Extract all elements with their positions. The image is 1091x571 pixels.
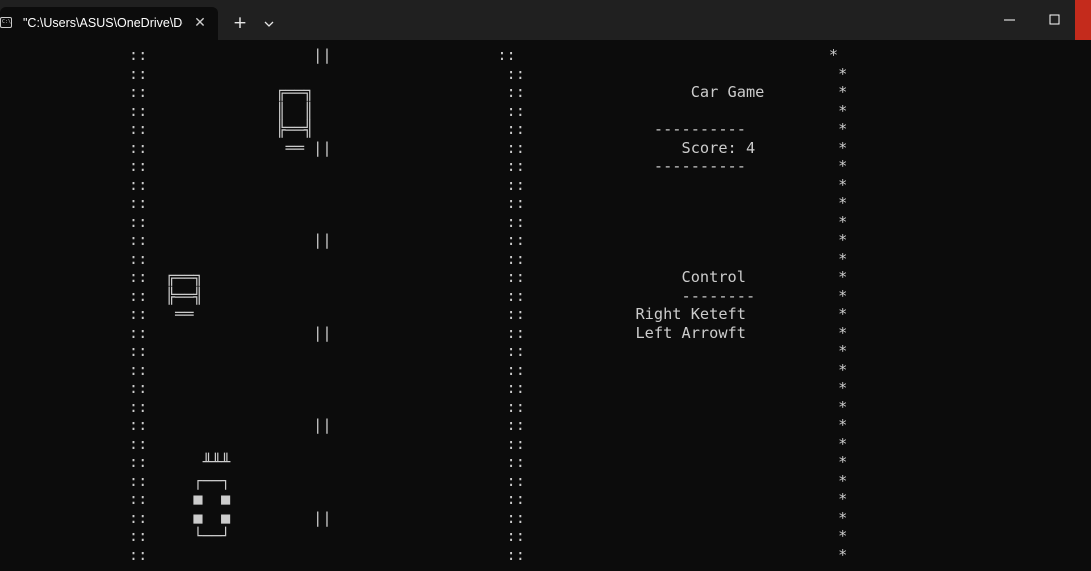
console-line: :: ══ :: Right Keteft * xyxy=(0,305,848,323)
close-icon xyxy=(1075,0,1091,40)
console-line: :: :: * xyxy=(0,379,848,397)
tab-dropdown-button[interactable] xyxy=(260,14,278,34)
console-line: :: :: ---------- * xyxy=(0,157,848,175)
console-line: :: || :: * xyxy=(0,416,848,434)
console-line: :: └──┘ :: * xyxy=(0,527,848,545)
console-line: :: :: * xyxy=(0,397,848,416)
close-window-button[interactable] xyxy=(1075,0,1091,40)
maximize-button[interactable] xyxy=(1043,8,1067,32)
maximize-icon xyxy=(1049,14,1060,25)
console-output: :: || :: * :: :: * :: ╔══╗:: Car Game *… xyxy=(0,40,1091,571)
console-line: :: ╨╨╨ :: * xyxy=(0,453,848,471)
console-line: :: :: * xyxy=(0,434,848,453)
console-line: :: :: * xyxy=(0,194,848,212)
close-tab-button[interactable]: ✕ xyxy=(192,13,208,33)
console-line: :: ╠══╣ :: ---------- * xyxy=(0,120,848,138)
console-line: :: :: * xyxy=(0,175,848,194)
console-line: :: :: * xyxy=(0,249,848,268)
tab-title: "C:\Users\ASUS\OneDrive\De xyxy=(23,16,183,30)
console-line: :: || :: * xyxy=(0,231,848,249)
console-line: :: :: * xyxy=(0,64,848,83)
minimize-button[interactable] xyxy=(998,8,1022,32)
minimize-icon xyxy=(1004,19,1015,21)
console-line: :: :: * xyxy=(0,342,848,360)
console-line: :: ║ ║ :: * xyxy=(0,101,848,120)
console-line: :: || :: * xyxy=(0,46,839,64)
new-tab-button[interactable]: + xyxy=(230,13,250,33)
console-line: :: ══ || :: Score: 4 * xyxy=(0,138,848,157)
console-line: :: || :: Left Arrowft * xyxy=(0,323,848,342)
console-line: :: ╔══╗ :: Control * xyxy=(0,268,848,286)
console-line: :: ■ ■ :: * xyxy=(0,490,848,508)
chevron-down-icon xyxy=(264,21,274,27)
console-line: :: ■ ■ || :: * xyxy=(0,508,848,527)
console-line: :: :: * xyxy=(0,545,848,564)
cmd-prompt-icon: C:\ xyxy=(0,17,12,28)
console-line: :: ╔══╗ :: Car Game * xyxy=(0,83,848,101)
console-line: :: ╠══╣ :: -------- * xyxy=(0,286,848,305)
terminal-tab[interactable]: C:\ "C:\Users\ASUS\OneDrive\De ✕ xyxy=(0,7,218,40)
console-line: :: :: * xyxy=(0,212,848,231)
console-line: :: ┌──┐ :: * xyxy=(0,471,848,490)
title-bar: C:\ "C:\Users\ASUS\OneDrive\De ✕ + xyxy=(0,0,1091,40)
console-line: :: :: * xyxy=(0,360,848,379)
